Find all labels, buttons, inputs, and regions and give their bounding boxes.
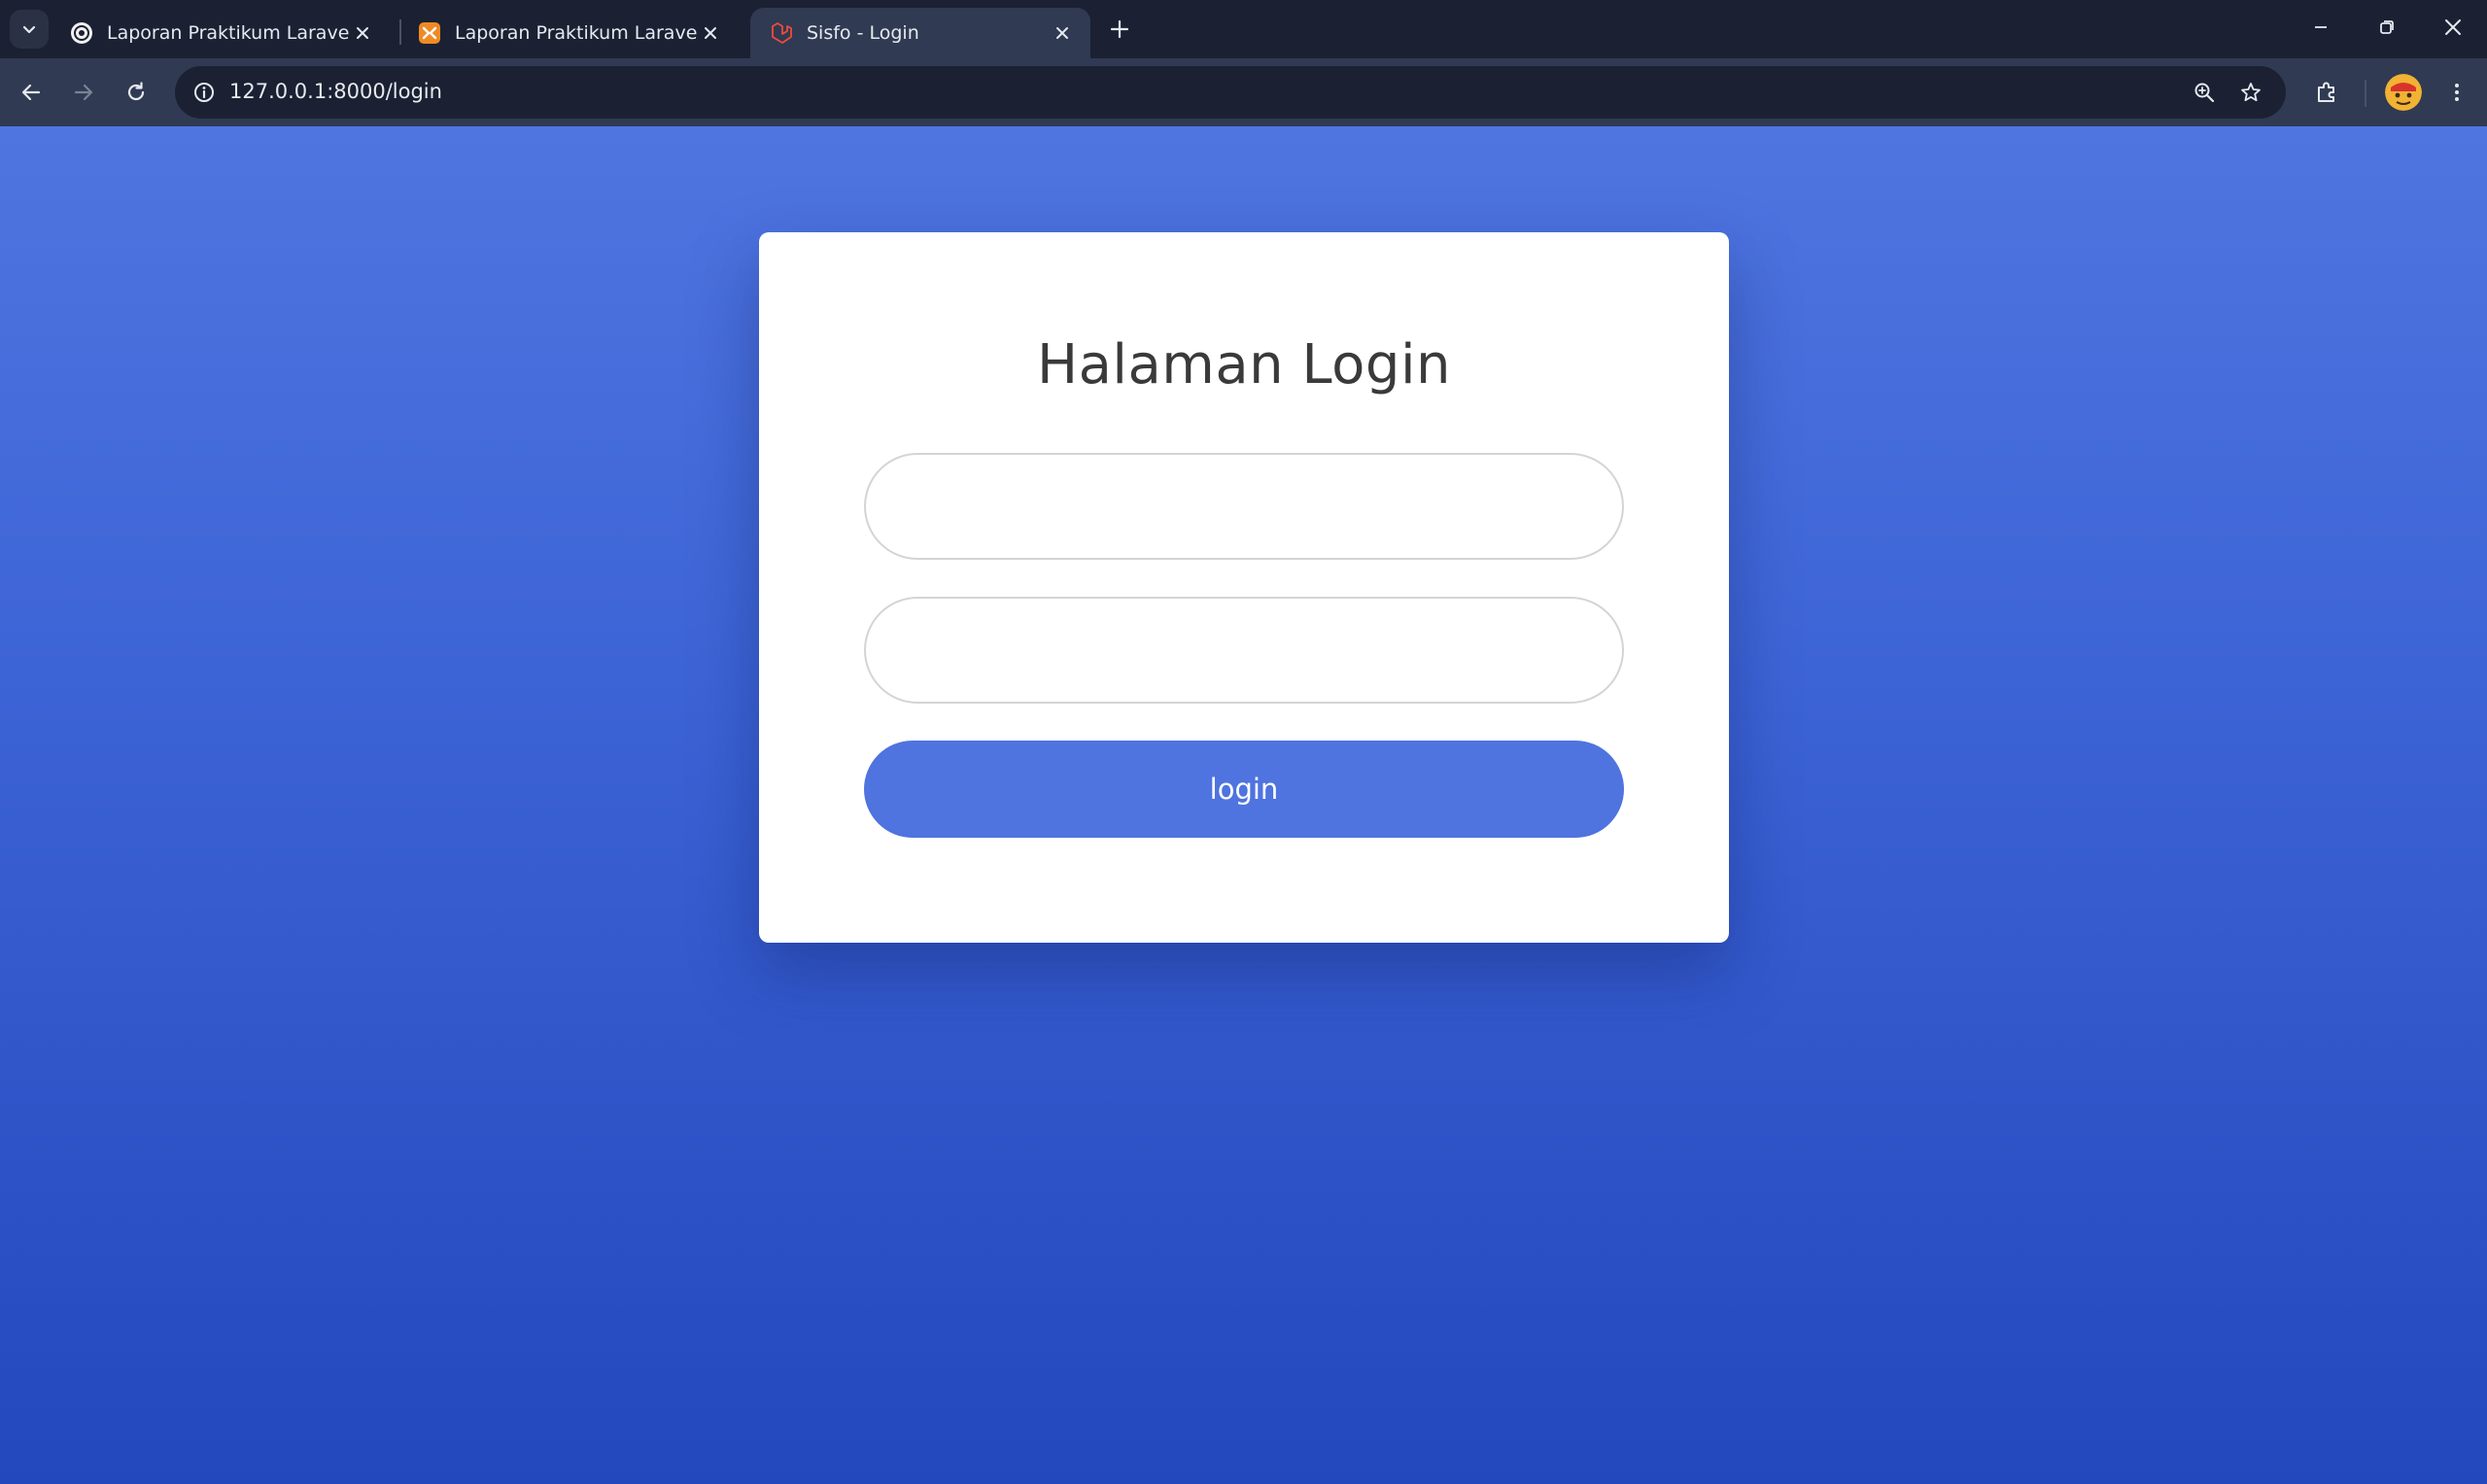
close-window-button[interactable] — [2424, 6, 2482, 49]
reload-button[interactable] — [115, 71, 157, 114]
arrow-right-icon — [74, 84, 93, 101]
browser-window: Laporan Praktikum Laravel Laporan Prakti… — [0, 0, 2487, 1484]
chevron-down-icon — [22, 25, 36, 34]
avatar-emoji-icon — [2385, 74, 2422, 111]
close-icon — [2445, 19, 2461, 35]
bookmark-button[interactable] — [2231, 73, 2270, 112]
minimize-button[interactable] — [2292, 6, 2350, 49]
tab-laporan-1[interactable]: Laporan Praktikum Laravel — [51, 8, 391, 58]
page-viewport: Halaman Login login — [0, 126, 2487, 1484]
forward-button[interactable] — [62, 71, 105, 114]
new-tab-button[interactable] — [1102, 12, 1137, 47]
minimize-icon — [2315, 26, 2327, 28]
zoom-in-icon — [2194, 83, 2215, 103]
restore-icon — [2380, 20, 2394, 34]
tab-laporan-2[interactable]: Laporan Praktikum Laravel — [398, 8, 739, 58]
login-button[interactable]: login — [864, 741, 1624, 838]
puzzle-icon — [2318, 82, 2334, 102]
browser-toolbar: 127.0.0.1:8000/login — [0, 58, 2487, 126]
tab-title: Laporan Praktikum Laravel — [107, 22, 350, 44]
close-icon[interactable] — [350, 20, 375, 46]
info-icon — [194, 83, 214, 102]
xampp-icon — [418, 21, 441, 45]
email-field[interactable] — [864, 453, 1624, 560]
close-icon[interactable] — [698, 20, 723, 46]
login-card: Halaman Login login — [759, 232, 1729, 943]
more-vertical-icon — [2455, 84, 2459, 101]
page-title: Halaman Login — [1036, 333, 1452, 397]
zoom-button[interactable] — [2185, 73, 2224, 112]
profile-avatar[interactable] — [2385, 74, 2422, 111]
tab-strip: Laporan Praktikum Laravel Laporan Prakti… — [0, 0, 2487, 58]
back-button[interactable] — [10, 71, 52, 114]
extensions-button[interactable] — [2305, 71, 2348, 114]
tab-title: Laporan Praktikum Laravel — [455, 22, 698, 44]
star-icon — [2241, 83, 2261, 102]
tab-sisfo-login[interactable]: Sisfo - Login — [750, 8, 1090, 58]
laravel-icon — [770, 21, 793, 45]
arrow-left-icon — [21, 84, 41, 101]
tab-search-button[interactable] — [10, 10, 49, 49]
address-bar[interactable]: 127.0.0.1:8000/login — [175, 66, 2286, 119]
site-info-button[interactable] — [185, 73, 224, 112]
restore-button[interactable] — [2358, 6, 2416, 49]
close-icon[interactable] — [1050, 20, 1075, 46]
github-icon — [70, 21, 93, 45]
menu-button[interactable] — [2435, 71, 2478, 114]
plus-icon — [1110, 19, 1129, 39]
password-field[interactable] — [864, 597, 1624, 704]
reload-icon — [127, 82, 145, 101]
toolbar-divider — [2365, 80, 2366, 107]
tab-title: Sisfo - Login — [807, 22, 919, 44]
url-text[interactable]: 127.0.0.1:8000/login — [229, 80, 442, 103]
